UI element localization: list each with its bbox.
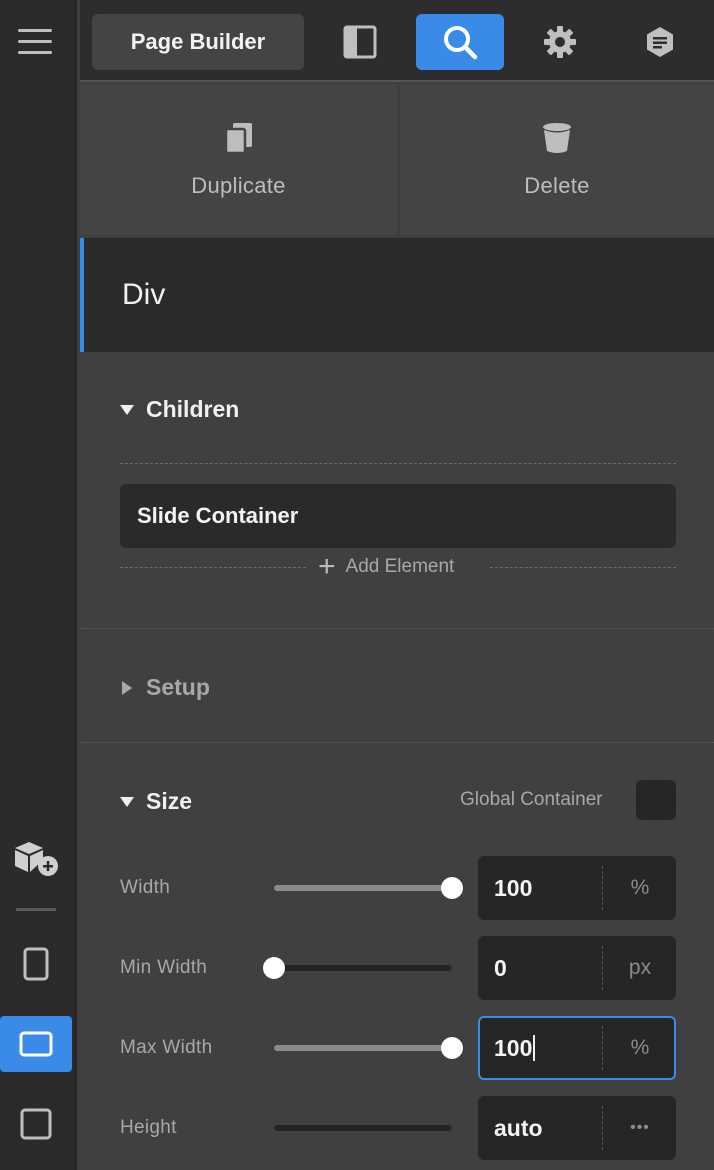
add-component-button[interactable] xyxy=(0,830,72,886)
slider-handle[interactable] xyxy=(441,877,463,899)
size-section-title: Size xyxy=(146,788,193,814)
add-divider-left xyxy=(120,567,306,568)
max-width-label: Max Width xyxy=(120,1037,213,1058)
gear-icon xyxy=(544,26,576,58)
max-width-value-wrap: 100 xyxy=(494,1018,536,1078)
delete-label: Delete xyxy=(524,173,590,198)
add-element-button[interactable]: + Add Element xyxy=(318,550,455,583)
plus-icon: + xyxy=(318,550,336,583)
element-actions: Duplicate Delete xyxy=(80,85,714,235)
caret-down-icon xyxy=(120,404,134,415)
text-caret xyxy=(533,1035,536,1061)
duplicate-label: Duplicate xyxy=(191,173,286,198)
sidebar-toggle-icon xyxy=(343,25,377,59)
settings-button[interactable] xyxy=(516,14,604,70)
field-divider xyxy=(602,1106,603,1150)
min-width-label: Min Width xyxy=(120,957,208,978)
slider-fill xyxy=(274,885,452,891)
search-button[interactable] xyxy=(416,14,504,70)
tablet-landscape-icon xyxy=(19,1031,53,1057)
max-width-slider[interactable] xyxy=(274,1037,463,1059)
max-width-unit-select[interactable]: % xyxy=(604,1018,676,1078)
setup-section-title: Setup xyxy=(146,674,210,700)
setup-section-toggle[interactable]: Setup xyxy=(122,674,210,701)
min-width-value: 0 xyxy=(494,954,507,981)
global-container-label: Global Container xyxy=(460,789,603,810)
global-container-checkbox[interactable] xyxy=(636,780,676,820)
tablet-view-button[interactable] xyxy=(0,1016,72,1072)
child-item-slide-container[interactable]: Slide Container xyxy=(120,484,676,548)
desktop-view-button[interactable] xyxy=(0,1096,72,1152)
width-value: 100 xyxy=(494,874,533,901)
more-options-button[interactable]: ••• xyxy=(604,1096,676,1160)
caret-down-icon xyxy=(120,796,134,807)
width-unit-select[interactable]: % xyxy=(604,856,676,920)
trash-icon xyxy=(543,123,571,153)
add-divider-right xyxy=(490,567,676,568)
page-builder-button[interactable]: Page Builder xyxy=(92,14,304,70)
height-slider[interactable] xyxy=(274,1125,452,1131)
hamburger-icon xyxy=(18,29,52,54)
mobile-view-button[interactable] xyxy=(0,936,72,992)
field-divider xyxy=(602,866,603,910)
notes-icon xyxy=(647,27,673,57)
menu-button[interactable] xyxy=(0,14,72,70)
square-screen-icon xyxy=(20,1108,52,1140)
add-element-label: Add Element xyxy=(345,556,455,577)
height-label: Height xyxy=(120,1117,177,1138)
rail-divider xyxy=(16,908,56,911)
slider-handle[interactable] xyxy=(441,1037,463,1059)
min-width-input[interactable]: 0 px xyxy=(478,936,676,1000)
min-width-slider[interactable] xyxy=(263,957,452,979)
element-type-title: Div xyxy=(122,278,166,311)
box-add-icon xyxy=(15,842,58,876)
notes-button[interactable] xyxy=(616,14,704,70)
sidebar-toggle-button[interactable] xyxy=(316,14,404,70)
top-toolbar: Page Builder xyxy=(80,0,714,82)
width-slider[interactable] xyxy=(274,877,463,899)
children-section-toggle[interactable]: Children xyxy=(120,396,239,423)
field-divider xyxy=(602,1026,603,1070)
width-input[interactable]: 100 % xyxy=(478,856,676,920)
phone-icon xyxy=(23,947,49,981)
max-width-input[interactable]: 100 % xyxy=(478,1016,676,1080)
children-divider xyxy=(120,463,676,464)
left-rail xyxy=(0,0,77,1170)
field-divider xyxy=(602,946,603,990)
slider-fill xyxy=(274,1045,452,1051)
width-label: Width xyxy=(120,877,171,898)
max-width-value: 100 xyxy=(494,1034,533,1061)
duplicate-button[interactable]: Duplicate xyxy=(80,85,397,235)
size-section-toggle[interactable]: Size xyxy=(120,788,192,815)
section-separator xyxy=(80,628,714,629)
height-input[interactable]: auto ••• xyxy=(478,1096,676,1160)
delete-button[interactable]: Delete xyxy=(400,85,714,235)
element-header: Div xyxy=(80,238,714,352)
slider-handle[interactable] xyxy=(263,957,285,979)
height-value: auto xyxy=(494,1114,543,1141)
section-separator xyxy=(80,742,714,743)
duplicate-icon xyxy=(224,123,252,155)
children-section-title: Children xyxy=(146,396,240,422)
min-width-unit-select[interactable]: px xyxy=(604,936,676,1000)
properties-panel: Children Slide Container + Add Element S… xyxy=(80,352,714,1170)
caret-right-icon xyxy=(122,680,132,695)
page-builder-app: Page Builder Duplicate Delete Div Childr… xyxy=(0,0,714,1170)
search-icon xyxy=(444,26,478,60)
